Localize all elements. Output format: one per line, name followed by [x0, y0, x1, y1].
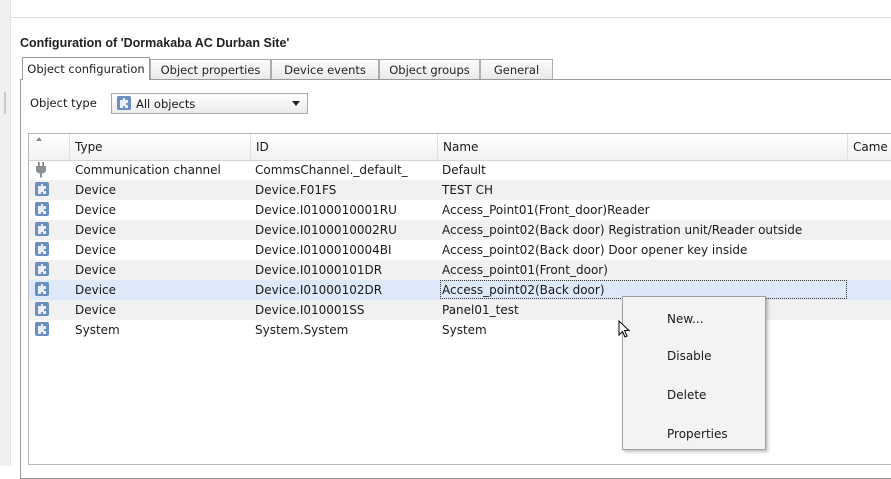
splitter-grip[interactable] — [4, 92, 6, 114]
puzzle-icon — [117, 96, 131, 113]
cell-name: Access_point02(Back door) Door opener ke… — [442, 243, 748, 257]
object-type-label: Object type — [30, 96, 97, 110]
cell-id: Device.I0100010002RU — [255, 223, 397, 237]
cell-name: Default — [442, 163, 486, 177]
table-row[interactable]: Device Device.I01000101DR Access_point01(F… — [29, 260, 891, 280]
table-row[interactable]: Communication channel CommsChannel._defau… — [29, 160, 891, 180]
tab-object-properties[interactable]: Object properties — [150, 59, 271, 79]
puzzle-icon — [35, 220, 51, 240]
cell-id: Device.I01000102DR — [255, 283, 383, 297]
menu-item-properties[interactable]: Properties — [667, 427, 728, 441]
puzzle-icon — [35, 260, 51, 280]
cell-name: System — [442, 323, 487, 337]
cell-id: Device.I01000101DR — [255, 263, 383, 277]
column-header-id[interactable]: ID — [250, 134, 437, 160]
puzzle-icon — [35, 300, 51, 320]
table-row[interactable]: Device Device.F01FS TEST CH — [29, 180, 891, 200]
column-header-camera[interactable]: Came — [847, 134, 891, 160]
table-row[interactable]: Device Device.I0100010001RU Access_Point01… — [29, 200, 891, 220]
tab-general[interactable]: General — [480, 59, 553, 79]
menu-item-delete[interactable]: Delete — [667, 388, 706, 402]
menu-item-disable[interactable]: Disable — [667, 349, 712, 363]
chevron-down-icon[interactable] — [292, 101, 300, 106]
cell-type: System — [75, 323, 120, 337]
context-menu: New... Disable Delete Properties — [622, 296, 766, 450]
table-row[interactable]: Device Device.I0100010004BI Access_point02… — [29, 240, 891, 260]
cell-id: Device.F01FS — [255, 183, 337, 197]
cell-type: Device — [75, 183, 117, 197]
menu-item-new[interactable]: New... — [667, 312, 704, 326]
puzzle-icon — [35, 180, 51, 200]
window-title: Configuration of 'Dormakaba AC Durban Si… — [20, 36, 290, 50]
cell-type: Device — [75, 263, 117, 277]
column-header-name[interactable]: Name — [437, 134, 847, 160]
cell-name: Access_Point01(Front_door)Reader — [442, 203, 650, 217]
column-header-icon[interactable] — [29, 134, 69, 160]
cell-id: System.System — [255, 323, 349, 337]
column-header-type[interactable]: Type — [69, 134, 250, 160]
object-type-dropdown[interactable]: All objects — [111, 93, 308, 114]
plug-icon — [35, 160, 51, 180]
object-type-value: All objects — [136, 97, 196, 111]
puzzle-icon — [35, 280, 51, 300]
puzzle-icon — [35, 200, 51, 220]
cell-id: Device.I0100010001RU — [255, 203, 397, 217]
tab-device-events[interactable]: Device events — [271, 59, 379, 79]
cell-type: Device — [75, 203, 117, 217]
tab-object-groups[interactable]: Object groups — [379, 59, 480, 79]
cell-id: CommsChannel._default_ — [255, 163, 408, 177]
tab-object-configuration[interactable]: Object configuration — [22, 57, 150, 80]
table-row[interactable]: Device Device.I0100010002RU Access_point02… — [29, 220, 891, 240]
cell-id: Device.I0100010004BI — [255, 243, 392, 257]
table-header: Type ID Name Came — [29, 134, 891, 161]
cell-type: Device — [75, 303, 117, 317]
cell-id: Device.I010001SS — [255, 303, 365, 317]
cell-name: Panel01_test — [442, 303, 519, 317]
cell-type: Communication channel — [75, 163, 221, 177]
puzzle-icon — [35, 320, 51, 340]
cell-type: Device — [75, 223, 117, 237]
cell-name: Access_point01(Front_door) — [442, 263, 608, 277]
cell-name: Access_point02(Back door) Registration u… — [442, 223, 803, 237]
cell-type: Device — [75, 283, 117, 297]
puzzle-icon — [35, 240, 51, 260]
left-edge-panel — [0, 0, 11, 466]
cell-type: Device — [75, 243, 117, 257]
cell-name: TEST CH — [442, 183, 494, 197]
top-separator — [10, 17, 891, 18]
sort-ascending-icon — [36, 137, 42, 141]
mouse-pointer-icon — [618, 319, 632, 343]
